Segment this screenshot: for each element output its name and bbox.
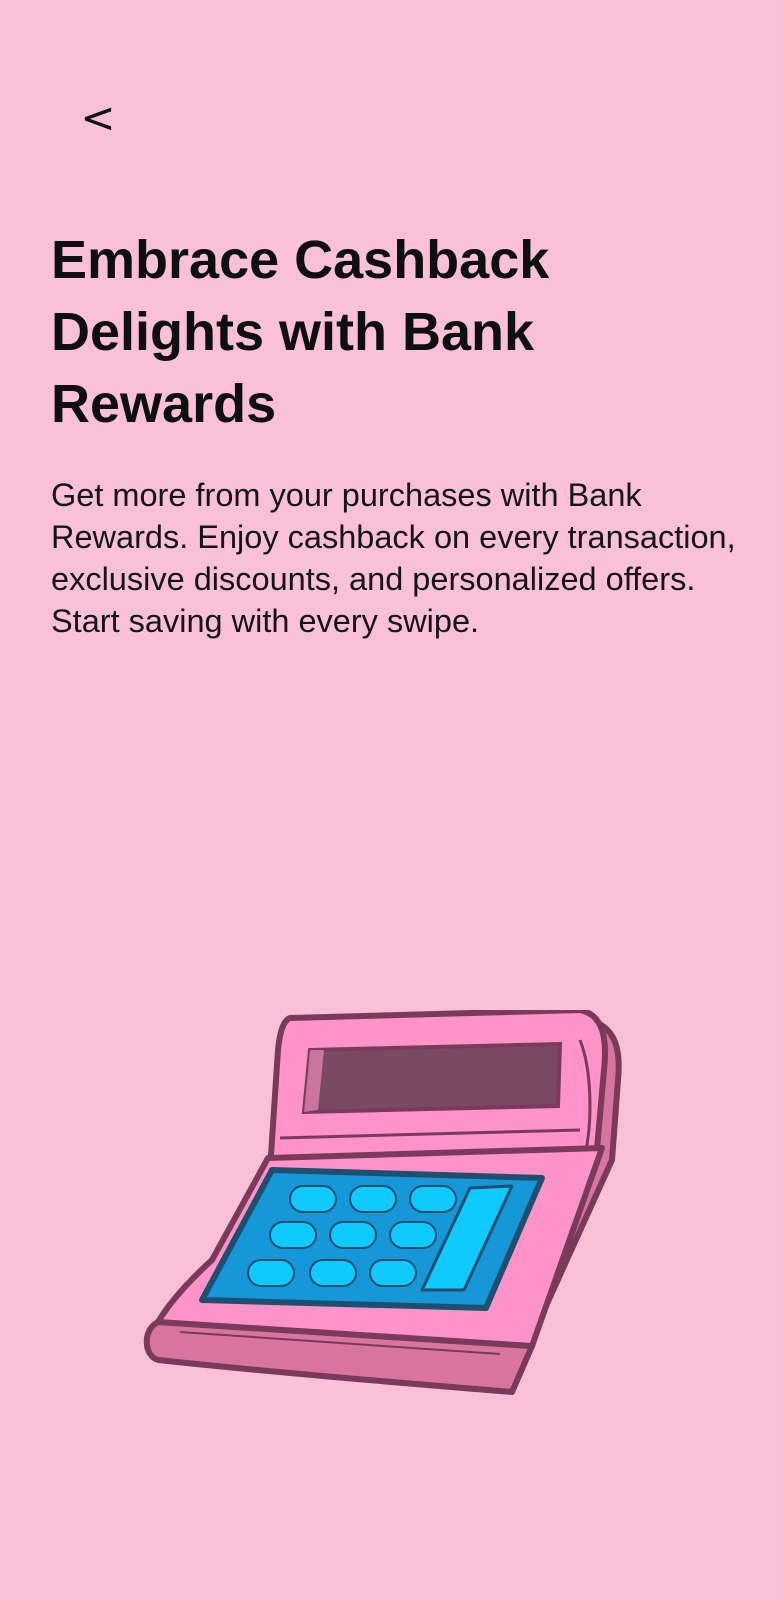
- back-arrow-icon: <: [80, 93, 116, 142]
- onboarding-screen: < Embrace Cashback Delights with Bank Re…: [0, 0, 783, 1600]
- calculator-illustration: [140, 1007, 640, 1430]
- back-button[interactable]: <: [70, 88, 126, 148]
- page-description: Get more from your purchases with Bank R…: [51, 477, 736, 639]
- page-title: Embrace Cashback Delights with Bank Rewa…: [51, 230, 550, 434]
- calculator-icon: [143, 1007, 622, 1395]
